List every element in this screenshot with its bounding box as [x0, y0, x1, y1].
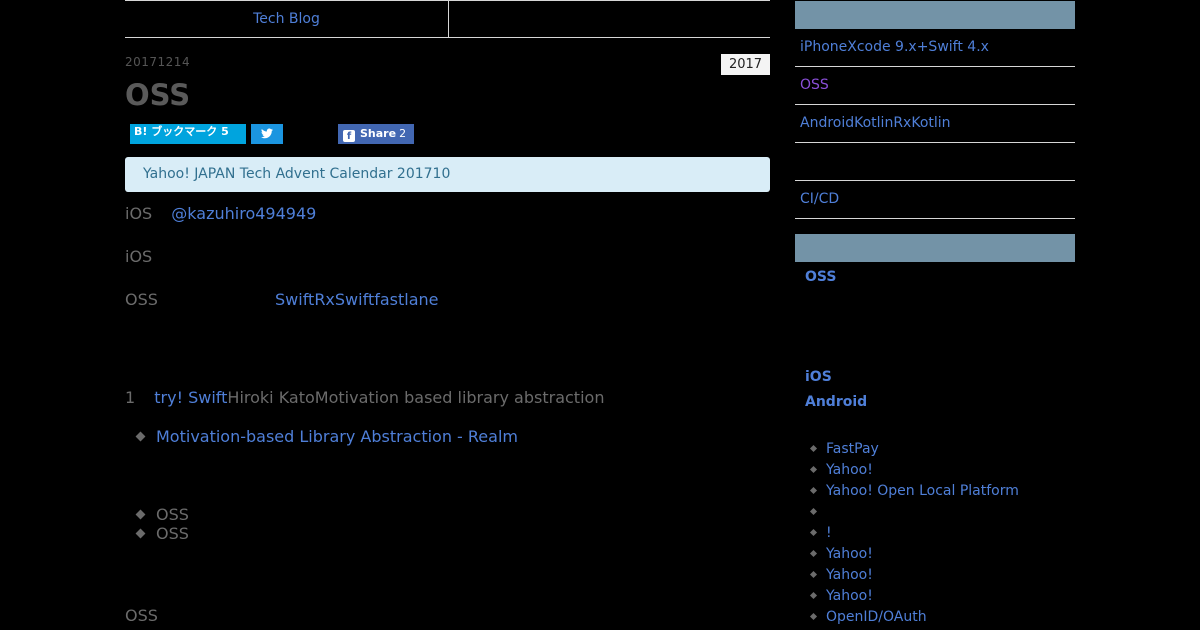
hatena-bookmark-count: 5 — [221, 125, 229, 138]
list-item: Motivation-based Library Abstraction - R… — [135, 427, 518, 446]
sidebar-tag-android[interactable]: Android — [805, 394, 867, 410]
bullet-icon — [135, 528, 146, 539]
sidebar-link-yahoo[interactable]: Yahoo! — [826, 546, 873, 562]
bullet-icon — [809, 465, 818, 474]
sidebar-link-item: FastPay — [809, 441, 879, 457]
realm-article-link[interactable]: Motivation-based Library Abstraction - R… — [156, 427, 518, 446]
bullet-icon — [809, 549, 818, 558]
footnote-number: 1 — [125, 388, 136, 407]
twitter-share-button[interactable] — [251, 124, 283, 144]
facebook-icon: f — [343, 130, 355, 142]
sidebar-section-header — [795, 1, 1075, 29]
sidebar-tag-ios[interactable]: iOS — [805, 369, 832, 385]
sidebar-link-exclamation[interactable]: ! — [826, 525, 832, 541]
list-item-text: OSS — [156, 505, 189, 524]
top-navigation: Tech Blog — [125, 0, 770, 38]
sidebar-item-android-kotlin[interactable]: AndroidKotlinRxKotlin — [795, 105, 1075, 143]
sidebar-section-header — [795, 234, 1075, 262]
paragraph-oss-prefix: OSS — [125, 290, 158, 309]
facebook-share-button[interactable]: f Share 2 — [338, 124, 414, 144]
bullet-icon — [809, 444, 818, 453]
list-item: OSS — [135, 505, 189, 524]
sidebar-link-yahoo[interactable]: Yahoo! — [826, 462, 873, 478]
sidebar-link-openid-oauth[interactable]: OpenID/OAuth — [826, 609, 927, 625]
sidebar-link-yahoo[interactable]: Yahoo! — [826, 588, 873, 604]
bullet-icon — [809, 486, 818, 495]
year-archive-badge[interactable]: 2017 — [721, 54, 770, 75]
twitter-bird-icon — [261, 128, 273, 139]
paragraph-oss-closing: OSS — [125, 606, 158, 625]
paragraph-ios: iOS — [125, 247, 153, 266]
sidebar-link-yahoo[interactable]: Yahoo! — [826, 567, 873, 583]
paragraph-try-swift: 1 try! SwiftHiroki KatoMotivation based … — [125, 388, 604, 407]
facebook-share-count: 2 — [399, 127, 407, 140]
sidebar-link-item: Yahoo! — [809, 546, 873, 562]
talk-description: Hiroki KatoMotivation based library abst… — [227, 388, 605, 407]
bullet-icon — [135, 431, 146, 442]
sidebar-item-iphonex-xcode[interactable]: iPhoneXcode 9.x+Swift 4.x — [795, 29, 1075, 67]
facebook-share-label: Share — [360, 127, 397, 140]
sidebar-link-item: OpenID/OAuth — [809, 609, 927, 625]
bullet-icon — [809, 507, 818, 516]
try-swift-link[interactable]: try! Swift — [154, 388, 227, 407]
hatena-bookmark-label: B! ブックマーク — [134, 125, 218, 138]
swift-tools-link[interactable]: SwiftRxSwiftfastlane — [275, 290, 439, 309]
sidebar-item-oss[interactable]: OSS — [795, 67, 1075, 105]
intro-paragraph: iOS @kazuhiro494949 — [125, 204, 316, 223]
hatena-bookmark-button[interactable]: B! ブックマーク 5 — [130, 124, 246, 144]
post-title: OSS — [125, 78, 191, 112]
bullet-icon — [809, 570, 818, 579]
sidebar-link-open-local-platform[interactable]: Yahoo! Open Local Platform — [826, 483, 1019, 499]
sidebar-link-item: Yahoo! — [809, 588, 873, 604]
sidebar-link-fastpay[interactable]: FastPay — [826, 441, 879, 457]
bullet-icon — [809, 591, 818, 600]
author-twitter-link[interactable]: @kazuhiro494949 — [171, 204, 316, 223]
sidebar-link-item: ! — [809, 525, 832, 541]
intro-prefix: iOS — [125, 204, 153, 223]
nav-secondary-link[interactable] — [448, 1, 770, 37]
list-item-text: OSS — [156, 524, 189, 543]
bullet-icon — [809, 612, 818, 621]
post-date: 20171214 — [125, 55, 191, 69]
bullet-icon — [135, 509, 146, 520]
sidebar-link-item: Yahoo! — [809, 462, 873, 478]
list-item: OSS — [135, 524, 189, 543]
sidebar-link-item: Yahoo! Open Local Platform — [809, 483, 1019, 499]
sidebar-link-item: Yahoo! — [809, 567, 873, 583]
paragraph-oss: OSS SwiftRxSwiftfastlane — [125, 290, 439, 309]
sidebar-current-entry[interactable]: OSS — [805, 269, 836, 285]
sidebar-link-item — [809, 504, 826, 520]
advent-calendar-notice: Yahoo! JAPAN Tech Advent Calendar 201710 — [125, 157, 770, 192]
sidebar-item-ci-cd[interactable]: CI/CD — [795, 181, 1075, 219]
sidebar-item-blank[interactable] — [795, 143, 1075, 181]
nav-tech-blog-link[interactable]: Tech Blog — [125, 1, 448, 37]
bullet-icon — [809, 528, 818, 537]
